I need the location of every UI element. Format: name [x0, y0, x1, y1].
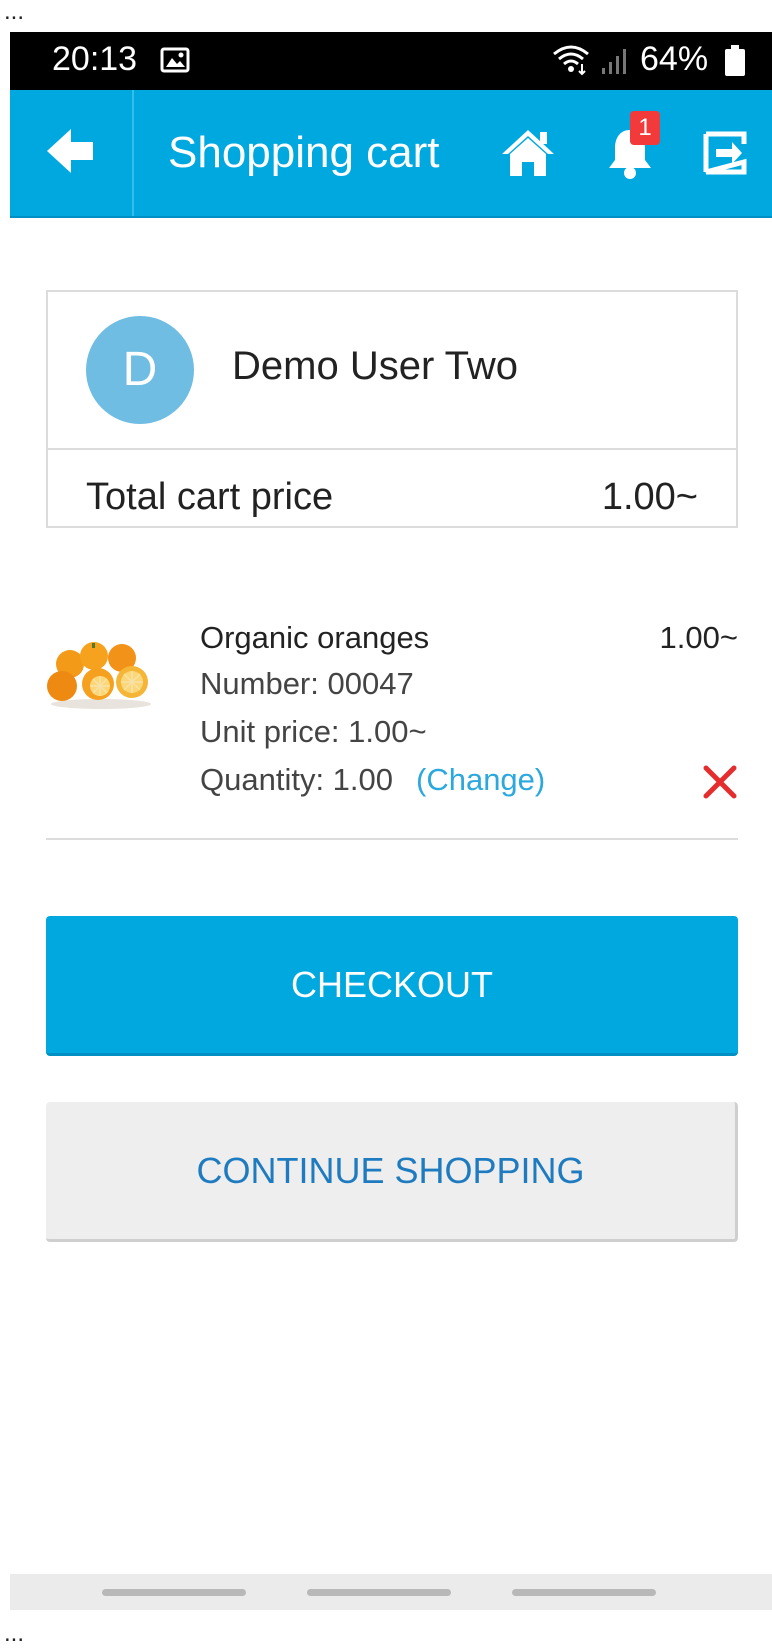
card-divider [48, 448, 736, 450]
nav-recents-button[interactable] [102, 1589, 246, 1596]
logout-icon [702, 131, 748, 180]
app-bar-divider [132, 90, 134, 216]
total-cart-price-label: Total cart price [86, 476, 334, 518]
user-summary-card: D Demo User Two Total cart price 1.00~ [46, 290, 738, 528]
bell-icon [606, 130, 654, 184]
back-arrow-icon [47, 128, 97, 178]
page-title: Shopping cart [168, 128, 440, 177]
home-button[interactable] [500, 128, 556, 183]
nav-back-button[interactable] [512, 1589, 656, 1596]
item-unit-price: Unit price: 1.00~ [200, 714, 427, 749]
nav-home-button[interactable] [307, 1589, 451, 1596]
continue-shopping-button[interactable]: CONTINUE SHOPPING [46, 1102, 738, 1242]
remove-item-button[interactable] [702, 764, 738, 805]
total-cart-price-value: 1.00~ [601, 476, 698, 518]
top-overflow-mark: ... [4, 0, 25, 25]
oranges-image [46, 640, 156, 710]
change-quantity-link[interactable]: (Change) [416, 762, 545, 798]
avatar: D [86, 316, 194, 424]
battery-icon [724, 45, 746, 82]
battery-percent: 64% [640, 40, 709, 78]
item-name: Organic oranges [200, 620, 430, 655]
status-bar: 20:13 64% [10, 32, 772, 90]
close-x-icon [702, 765, 738, 804]
item-price: 1.00~ [659, 620, 738, 655]
checkout-button[interactable]: CHECKOUT [46, 916, 738, 1056]
signal-icon [600, 46, 630, 81]
back-button[interactable] [10, 90, 134, 216]
system-nav-bar [10, 1574, 772, 1610]
wifi-icon [552, 44, 590, 81]
item-number: Number: 00047 [200, 666, 414, 701]
bottom-overflow-mark: ... [4, 1620, 25, 1647]
status-time: 20:13 [52, 40, 138, 78]
phone-screen: 20:13 64% Shopping cart 1 D Demo User Tw… [10, 32, 772, 1610]
home-icon [500, 130, 556, 182]
logout-button[interactable] [702, 130, 748, 181]
app-bar: Shopping cart 1 [10, 90, 772, 218]
user-name: Demo User Two [232, 344, 519, 388]
item-quantity: Quantity: 1.00 [200, 762, 394, 797]
image-icon [160, 47, 190, 78]
cart-item: Organic oranges 1.00~ Number: 00047 Unit… [46, 612, 738, 840]
notification-badge: 1 [630, 111, 660, 145]
